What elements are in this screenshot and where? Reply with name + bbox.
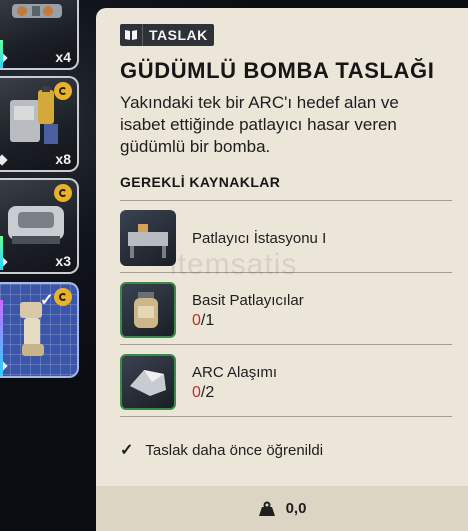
item-art	[12, 4, 62, 18]
weight-value: 0,0	[285, 500, 307, 517]
rarity-bar	[0, 300, 3, 376]
inventory-slot[interactable]: x3	[0, 178, 79, 274]
resource-name: Basit Patlayıcılar	[192, 292, 304, 309]
blueprint-tag: TASLAK	[120, 24, 214, 46]
item-title: GÜDÜMLÜ BOMBA TASLAĞI	[120, 58, 435, 83]
weight-footer: 0,0	[96, 486, 468, 531]
divider	[120, 416, 452, 417]
resource-name: ARC Alaşımı	[192, 364, 278, 381]
divider	[120, 344, 452, 345]
item-description: Yakındaki tek bir ARC'ı hedef alan ve is…	[120, 93, 399, 156]
resource-row: Patlayıcı İstasyonu I	[120, 206, 452, 268]
quest-badge-icon	[54, 288, 72, 306]
inventory-slot[interactable]: x8	[0, 76, 79, 172]
weight-icon	[258, 501, 276, 517]
check-icon: ✓	[120, 442, 134, 459]
rarity-bar	[0, 40, 3, 68]
explosive-jar-icon	[120, 282, 176, 338]
item-quantity: x8	[55, 151, 71, 167]
learned-status: ✓ Taslak daha önce öğrenildi	[120, 438, 452, 462]
learned-text: Taslak daha önce öğrenildi	[145, 441, 324, 459]
quest-badge-icon	[54, 82, 72, 100]
quest-badge-icon	[54, 184, 72, 202]
tag-label: TASLAK	[149, 27, 208, 43]
item-quantity: x4	[55, 49, 71, 65]
required-resources-label: GEREKLİ KAYNAKLAR	[120, 174, 281, 190]
divider	[120, 272, 452, 273]
inventory-slot[interactable]: x4	[0, 0, 79, 70]
resource-row: ARC Alaşımı 0/2	[120, 350, 452, 412]
arc-alloy-icon	[120, 354, 176, 410]
book-icon	[120, 24, 143, 46]
learned-check-icon: ✓	[40, 292, 54, 309]
resource-row: Basit Patlayıcılar 0/1	[120, 278, 452, 340]
item-quantity: x3	[55, 253, 71, 269]
resource-name: Patlayıcı İstasyonu I	[192, 230, 327, 247]
item-tooltip: TASLAK GÜDÜMLÜ BOMBA TASLAĞI Yakındaki t…	[96, 8, 468, 531]
inventory-slot-blueprint[interactable]: ✓	[0, 282, 79, 378]
divider	[120, 200, 452, 201]
resource-count: 0/1	[192, 312, 215, 329]
resource-count: 0/2	[192, 384, 215, 401]
rarity-bar	[0, 236, 3, 270]
workbench-icon	[120, 210, 176, 266]
